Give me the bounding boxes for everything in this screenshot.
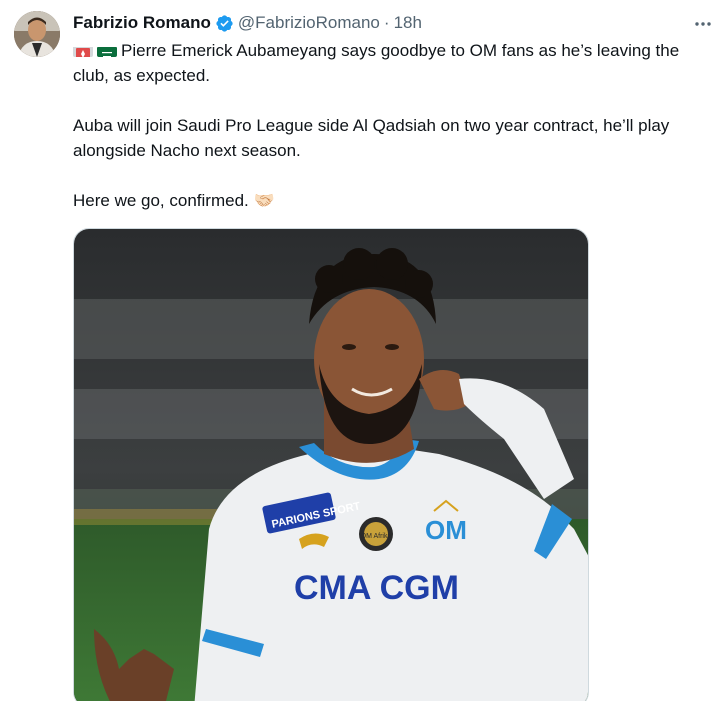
timestamp[interactable]: 18h [394, 13, 422, 33]
author-handle[interactable]: @FabrizioRomano [238, 13, 380, 33]
tweet: Fabrizio Romano @FabrizioRomano · 18h Pi… [0, 0, 727, 701]
author-display-name[interactable]: Fabrizio Romano [73, 13, 211, 33]
avatar[interactable] [14, 11, 60, 57]
jersey-patch-text: OM Afrika [361, 533, 392, 540]
tweet-header: Fabrizio Romano @FabrizioRomano · 18h [73, 12, 422, 34]
tweet-paragraph-1: Pierre Emerick Aubameyang says goodbye t… [73, 38, 713, 88]
flag-monaco-icon [73, 43, 93, 57]
ellipsis-icon [695, 22, 711, 26]
tweet-line-1: Pierre Emerick Aubameyang says goodbye t… [73, 41, 680, 85]
verified-badge-icon [215, 14, 234, 33]
jersey-sponsor-text: CMA CGM [294, 569, 459, 607]
separator-dot: · [383, 13, 390, 32]
tweet-paragraph-2: Auba will join Saudi Pro League side Al … [73, 116, 670, 160]
tweet-media-image[interactable]: CMA CGM PARIONS SPORT OM Afrika OM [73, 228, 589, 701]
club-crest-text: OM [425, 515, 467, 545]
tweet-paragraph-3: Here we go, confirmed. 🤝🏻 [73, 191, 275, 210]
more-options-button[interactable] [689, 10, 717, 38]
flag-saudi-arabia-icon [97, 43, 117, 57]
tweet-text: Pierre Emerick Aubameyang says goodbye t… [73, 38, 713, 238]
